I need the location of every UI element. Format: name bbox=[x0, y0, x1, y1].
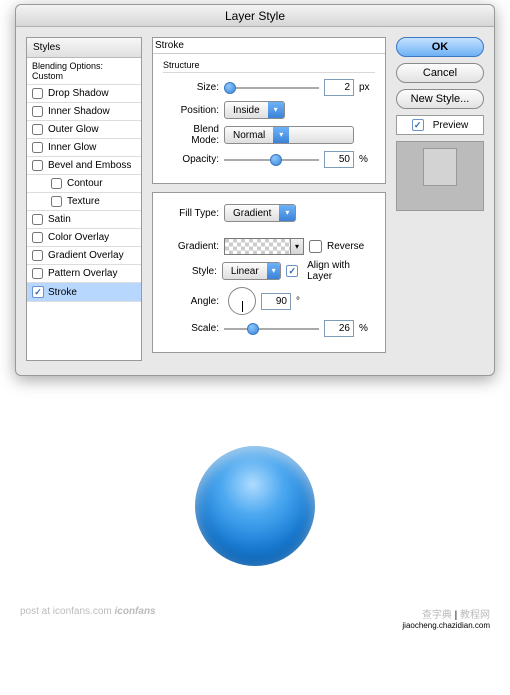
opacity-row: Opacity: % bbox=[163, 151, 375, 168]
sidebar-item-bevel-emboss[interactable]: Bevel and Emboss bbox=[27, 157, 141, 175]
chevron-down-icon: ▾ bbox=[267, 263, 281, 279]
blend-select[interactable]: Normal▾ bbox=[224, 126, 354, 144]
layer-style-dialog: Layer Style Styles Blending Options: Cus… bbox=[15, 4, 495, 376]
chevron-down-icon[interactable]: ▾ bbox=[290, 239, 303, 254]
preview-toggle[interactable]: Preview bbox=[396, 115, 484, 135]
pattern-overlay-check[interactable] bbox=[32, 268, 43, 279]
chevron-down-icon: ▾ bbox=[273, 127, 289, 143]
reverse-label: Reverse bbox=[327, 241, 364, 252]
scale-row: Scale: % bbox=[163, 320, 375, 337]
preview-swatch bbox=[423, 148, 457, 186]
sidebar-item-drop-shadow[interactable]: Drop Shadow bbox=[27, 85, 141, 103]
satin-check[interactable] bbox=[32, 214, 43, 225]
size-unit: px bbox=[359, 82, 375, 93]
color-overlay-check[interactable] bbox=[32, 232, 43, 243]
blend-label: Blend Mode: bbox=[163, 124, 219, 146]
gradient-overlay-check[interactable] bbox=[32, 250, 43, 261]
scale-slider[interactable] bbox=[224, 322, 319, 336]
angle-label: Angle: bbox=[163, 296, 219, 307]
size-slider[interactable] bbox=[224, 81, 319, 95]
filltype-select[interactable]: Gradient▾ bbox=[224, 204, 296, 222]
outer-glow-check[interactable] bbox=[32, 124, 43, 135]
reverse-check[interactable] bbox=[309, 240, 322, 253]
size-row: Size: px bbox=[163, 79, 375, 96]
gradient-label: Gradient: bbox=[163, 241, 219, 252]
sidebar-item-inner-shadow[interactable]: Inner Shadow bbox=[27, 103, 141, 121]
style-label: Style: bbox=[163, 266, 217, 277]
gradient-swatch[interactable]: ▾ bbox=[224, 238, 304, 255]
position-select[interactable]: Inside▾ bbox=[224, 101, 285, 119]
dialog-body: Styles Blending Options: Custom Drop Sha… bbox=[16, 27, 494, 375]
blending-options[interactable]: Blending Options: Custom bbox=[27, 58, 141, 85]
scale-label: Scale: bbox=[163, 323, 219, 334]
structure-group-label: Structure bbox=[163, 60, 375, 73]
result-preview bbox=[0, 376, 510, 606]
stroke-panel-title: Stroke bbox=[153, 38, 385, 54]
footer-right: 查字典 | 教程网 jiaocheng.chazidian.com bbox=[402, 606, 490, 630]
position-label: Position: bbox=[163, 105, 219, 116]
sidebar-item-stroke[interactable]: Stroke bbox=[27, 283, 141, 302]
scale-unit: % bbox=[359, 323, 375, 334]
opacity-label: Opacity: bbox=[163, 154, 219, 165]
ok-button[interactable]: OK bbox=[396, 37, 484, 57]
sidebar-item-pattern-overlay[interactable]: Pattern Overlay bbox=[27, 265, 141, 283]
titlebar[interactable]: Layer Style bbox=[16, 5, 494, 27]
filltype-row: Fill Type: Gradient▾ bbox=[163, 204, 375, 222]
scale-input[interactable] bbox=[324, 320, 354, 337]
opacity-unit: % bbox=[359, 154, 375, 165]
size-label: Size: bbox=[163, 82, 219, 93]
cancel-button[interactable]: Cancel bbox=[396, 63, 484, 83]
inner-glow-check[interactable] bbox=[32, 142, 43, 153]
styles-header[interactable]: Styles bbox=[27, 38, 141, 58]
main-panel: Stroke Structure Size: px Position: Insi… bbox=[152, 37, 386, 361]
bevel-emboss-check[interactable] bbox=[32, 160, 43, 171]
size-input[interactable] bbox=[324, 79, 354, 96]
right-column: OK Cancel New Style... Preview bbox=[396, 37, 484, 361]
preview-box bbox=[396, 141, 484, 211]
fill-panel: Fill Type: Gradient▾ Gradient: ▾ Reverse… bbox=[152, 192, 386, 353]
footer: post at iconfans.com iconfans 查字典 | 教程网 … bbox=[0, 606, 510, 648]
drop-shadow-check[interactable] bbox=[32, 88, 43, 99]
style-row: Style: Linear▾ Align with Layer bbox=[163, 260, 375, 282]
stroke-panel: Stroke Structure Size: px Position: Insi… bbox=[152, 37, 386, 184]
sidebar-item-color-overlay[interactable]: Color Overlay bbox=[27, 229, 141, 247]
style-select[interactable]: Linear▾ bbox=[222, 262, 282, 280]
sidebar-item-gradient-overlay[interactable]: Gradient Overlay bbox=[27, 247, 141, 265]
texture-check[interactable] bbox=[51, 196, 62, 207]
sidebar-item-outer-glow[interactable]: Outer Glow bbox=[27, 121, 141, 139]
inner-shadow-check[interactable] bbox=[32, 106, 43, 117]
new-style-button[interactable]: New Style... bbox=[396, 89, 484, 109]
stroke-check[interactable] bbox=[32, 286, 44, 298]
blue-sphere bbox=[195, 446, 315, 566]
angle-dial[interactable] bbox=[228, 287, 256, 315]
angle-input[interactable] bbox=[261, 293, 291, 310]
align-label: Align with Layer bbox=[307, 260, 375, 282]
chevron-down-icon: ▾ bbox=[268, 102, 284, 118]
styles-sidebar: Styles Blending Options: Custom Drop Sha… bbox=[26, 37, 142, 361]
align-check[interactable] bbox=[286, 265, 298, 277]
preview-check[interactable] bbox=[412, 119, 424, 131]
sidebar-item-inner-glow[interactable]: Inner Glow bbox=[27, 139, 141, 157]
opacity-input[interactable] bbox=[324, 151, 354, 168]
angle-unit: ° bbox=[296, 296, 312, 307]
sidebar-item-satin[interactable]: Satin bbox=[27, 211, 141, 229]
position-row: Position: Inside▾ bbox=[163, 101, 375, 119]
chevron-down-icon: ▾ bbox=[279, 205, 295, 221]
blend-row: Blend Mode: Normal▾ bbox=[163, 124, 375, 146]
gradient-row: Gradient: ▾ Reverse bbox=[163, 238, 375, 255]
filltype-label: Fill Type: bbox=[163, 208, 219, 219]
sidebar-item-contour[interactable]: Contour bbox=[27, 175, 141, 193]
opacity-slider[interactable] bbox=[224, 153, 319, 167]
footer-left: post at iconfans.com iconfans bbox=[20, 606, 156, 630]
angle-row: Angle: ° bbox=[163, 287, 375, 315]
contour-check[interactable] bbox=[51, 178, 62, 189]
sidebar-item-texture[interactable]: Texture bbox=[27, 193, 141, 211]
